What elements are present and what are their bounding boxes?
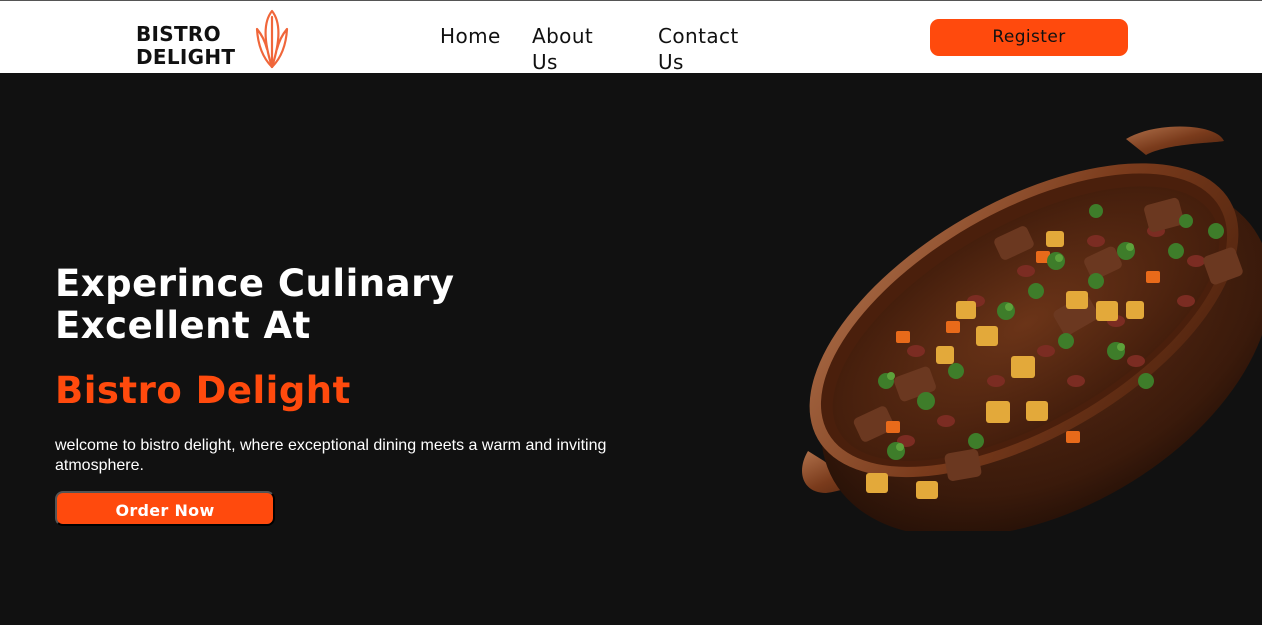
headline-line-1: Experince Culinary: [55, 262, 455, 305]
logo-text: BISTRO DELIGHT: [136, 23, 235, 69]
site-logo[interactable]: BISTRO DELIGHT: [136, 9, 296, 71]
logo-line-1: BISTRO: [136, 22, 221, 46]
logo-line-2: DELIGHT: [136, 45, 236, 69]
nav-about-us[interactable]: About Us: [532, 23, 593, 75]
order-now-button[interactable]: Order Now: [55, 491, 275, 526]
nav-contact-us[interactable]: Contact Us: [658, 23, 739, 75]
stew-bowl-image: [802, 126, 1262, 531]
nav-home[interactable]: Home: [440, 23, 501, 49]
corn-icon: [255, 9, 289, 69]
hero-section: Experince Culinary Excellent At Bistro D…: [0, 73, 1262, 625]
site-header: BISTRO DELIGHT Home About Us Contact Us …: [0, 1, 1262, 75]
hero-brand-name: Bistro Delight: [55, 369, 351, 412]
hero-tagline: welcome to bistro delight, where excepti…: [55, 437, 607, 474]
headline-line-2: Excellent At: [55, 304, 311, 347]
register-button[interactable]: Register: [930, 19, 1128, 56]
hero-headline: Experince Culinary Excellent At: [55, 263, 454, 347]
